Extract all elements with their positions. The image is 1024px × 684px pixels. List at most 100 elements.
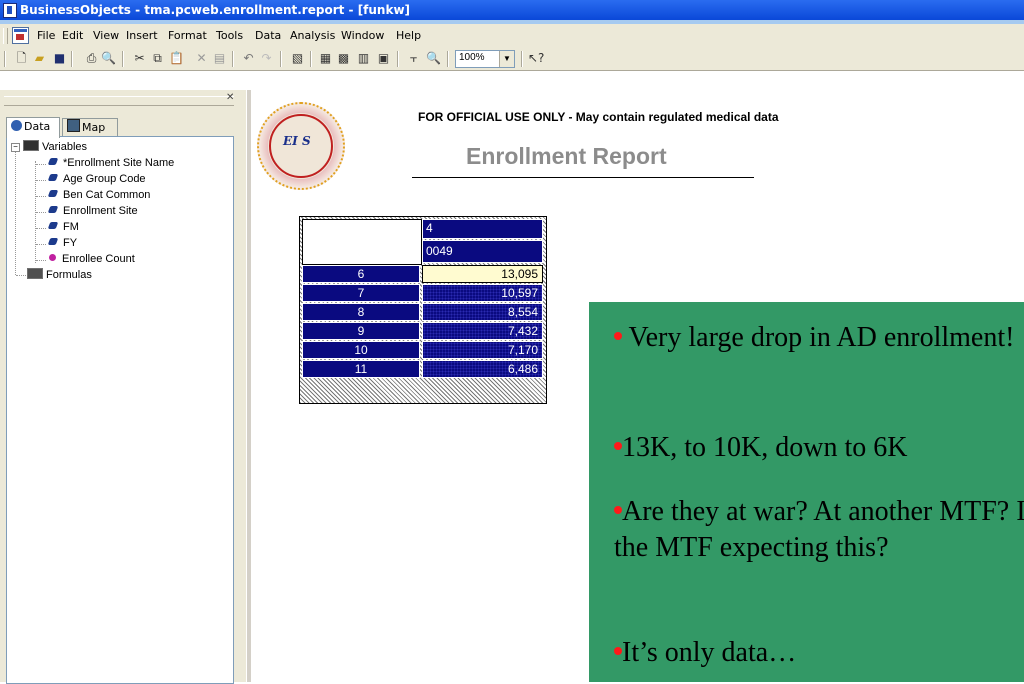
tree-line <box>15 149 16 275</box>
crosstab-corner <box>302 219 422 265</box>
bullet-dot <box>614 647 622 655</box>
crosstab[interactable]: 4 0049 6 13,095 7 10,597 8 8,554 9 7,432… <box>299 216 547 404</box>
tree-item-fm[interactable]: FM <box>47 220 79 235</box>
new-icon[interactable]: 🗋 <box>14 51 29 66</box>
tree-item-enrollment-site[interactable]: Enrollment Site <box>47 204 138 219</box>
bullet-dot <box>614 442 622 450</box>
folder-icon <box>23 140 39 151</box>
drill-icon[interactable]: ⫟ <box>406 51 421 66</box>
tree-line <box>36 228 46 229</box>
menu-data[interactable]: Data <box>255 29 281 42</box>
paste-icon[interactable]: 📋 <box>169 51 184 66</box>
crosstab-cell[interactable]: 7,170 <box>422 341 543 359</box>
crosstab-row-header[interactable]: 9 <box>302 322 420 340</box>
crosstab-icon[interactable]: ▩ <box>336 51 351 66</box>
menu-help[interactable]: Help <box>396 29 421 42</box>
measure-icon <box>49 254 56 261</box>
copy-icon[interactable]: ⧉ <box>150 51 165 66</box>
redo-icon[interactable]: ↷ <box>259 51 274 66</box>
toolbar-grip[interactable] <box>4 51 6 67</box>
chevron-down-icon[interactable]: ▼ <box>499 51 514 67</box>
menu-edit[interactable]: Edit <box>62 29 83 42</box>
callout-bullet: Are they at war? At another MTF? Is the … <box>614 496 1024 563</box>
tree-line <box>36 180 46 181</box>
dimension-icon <box>47 190 59 197</box>
crosstab-col-header[interactable]: 0049 <box>422 240 543 263</box>
tree-line <box>36 196 46 197</box>
crosstab-cell[interactable]: 6,486 <box>422 360 543 378</box>
crosstab-row-header[interactable]: 8 <box>302 303 420 321</box>
bullet-dot <box>614 332 622 340</box>
crosstab-cell[interactable]: 7,432 <box>422 322 543 340</box>
zoom-icon[interactable]: 🔍 <box>426 51 441 66</box>
slice-dice-icon[interactable]: ▧ <box>290 51 305 66</box>
help-icon[interactable]: ↖? <box>528 51 544 66</box>
tree-item-enrollee-count[interactable]: Enrollee Count <box>49 252 135 267</box>
map-icon <box>67 119 80 132</box>
crosstab-row-header[interactable]: 6 <box>302 265 420 283</box>
window-title: BusinessObjects - tma.pcweb.enrollment.r… <box>20 3 411 17</box>
menu-insert[interactable]: Insert <box>126 29 158 42</box>
open-icon[interactable]: ▰ <box>32 51 47 66</box>
cut-icon[interactable]: ✂ <box>132 51 147 66</box>
table-icon[interactable]: ▦ <box>318 51 333 66</box>
official-use-notice: FOR OFFICIAL USE ONLY - May contain regu… <box>418 110 779 124</box>
menu-tools[interactable]: Tools <box>216 29 243 42</box>
tree-item-variables[interactable]: − Variables <box>7 140 87 155</box>
callout-bullet: Very large drop in AD enrollment! <box>614 320 1024 356</box>
toolbar-separator <box>71 51 73 67</box>
menu-grip[interactable] <box>3 28 8 44</box>
tab-map[interactable]: Map <box>62 118 118 137</box>
tree-item-fy[interactable]: FY <box>47 236 77 251</box>
tree-line <box>16 275 26 276</box>
crosstab-row-header[interactable]: 7 <box>302 284 420 302</box>
dimension-icon <box>47 238 59 245</box>
chart-icon[interactable]: ▥ <box>356 51 371 66</box>
print-preview-icon[interactable]: 🔍 <box>101 51 116 66</box>
report-title[interactable]: Enrollment Report <box>466 143 667 170</box>
callout-bullet: It’s only data… <box>614 635 1024 671</box>
crosstab-row-header[interactable]: 10 <box>302 341 420 359</box>
dimension-icon <box>47 222 59 229</box>
title-bar: BusinessObjects - tma.pcweb.enrollment.r… <box>0 0 1024 20</box>
crosstab-cell[interactable]: 13,095 <box>422 265 543 283</box>
bullet-dot <box>614 506 622 514</box>
menu-window[interactable]: Window <box>341 29 384 42</box>
toolbar-separator <box>397 51 399 67</box>
close-icon[interactable]: ✕ <box>226 92 234 103</box>
clear-icon[interactable]: ▤ <box>212 51 227 66</box>
save-icon[interactable]: ■ <box>52 51 67 66</box>
menu-format[interactable]: Format <box>168 29 207 42</box>
delete-icon[interactable]: ✕ <box>194 51 209 66</box>
dimension-icon <box>47 158 59 165</box>
logo-mark: EI S <box>283 134 311 148</box>
annotation-callout: Very large drop in AD enrollment! 13K, t… <box>589 302 1024 682</box>
tree-line <box>36 260 46 261</box>
tab-data[interactable]: Data <box>6 117 60 138</box>
tree-line <box>36 244 46 245</box>
tree-item-enrollment-site-name[interactable]: *Enrollment Site Name <box>47 156 174 171</box>
toolbar-separator <box>232 51 234 67</box>
menu-view[interactable]: View <box>93 29 119 42</box>
crosstab-cell[interactable]: 8,554 <box>422 303 543 321</box>
crosstab-col-header[interactable]: 4 <box>422 219 543 239</box>
rank-icon[interactable]: ▣ <box>376 51 391 66</box>
data-manager-panel: ✕ Data Map − Variables *Enrollment Site … <box>0 90 246 684</box>
undo-icon[interactable]: ↶ <box>241 51 256 66</box>
zoom-select[interactable]: 100% ▼ <box>455 50 515 68</box>
panel-grip[interactable] <box>4 96 234 106</box>
document-menu-icon[interactable] <box>12 27 29 44</box>
crosstab-row-header[interactable]: 11 <box>302 360 420 378</box>
tree-item-formulas[interactable]: Formulas <box>27 268 92 283</box>
dimension-icon <box>47 206 59 213</box>
tree-item-ben-cat-common[interactable]: Ben Cat Common <box>47 188 150 203</box>
tree-item-age-group-code[interactable]: Age Group Code <box>47 172 146 187</box>
crosstab-cell[interactable]: 10,597 <box>422 284 543 302</box>
toolbar-separator <box>310 51 312 67</box>
eis-logo: EI S <box>257 102 345 190</box>
menu-file[interactable]: File <box>37 29 55 42</box>
app-icon[interactable] <box>3 3 17 18</box>
collapse-icon[interactable]: − <box>11 143 20 152</box>
menu-analysis[interactable]: Analysis <box>290 29 335 42</box>
print-icon[interactable]: ⎙ <box>84 51 99 66</box>
